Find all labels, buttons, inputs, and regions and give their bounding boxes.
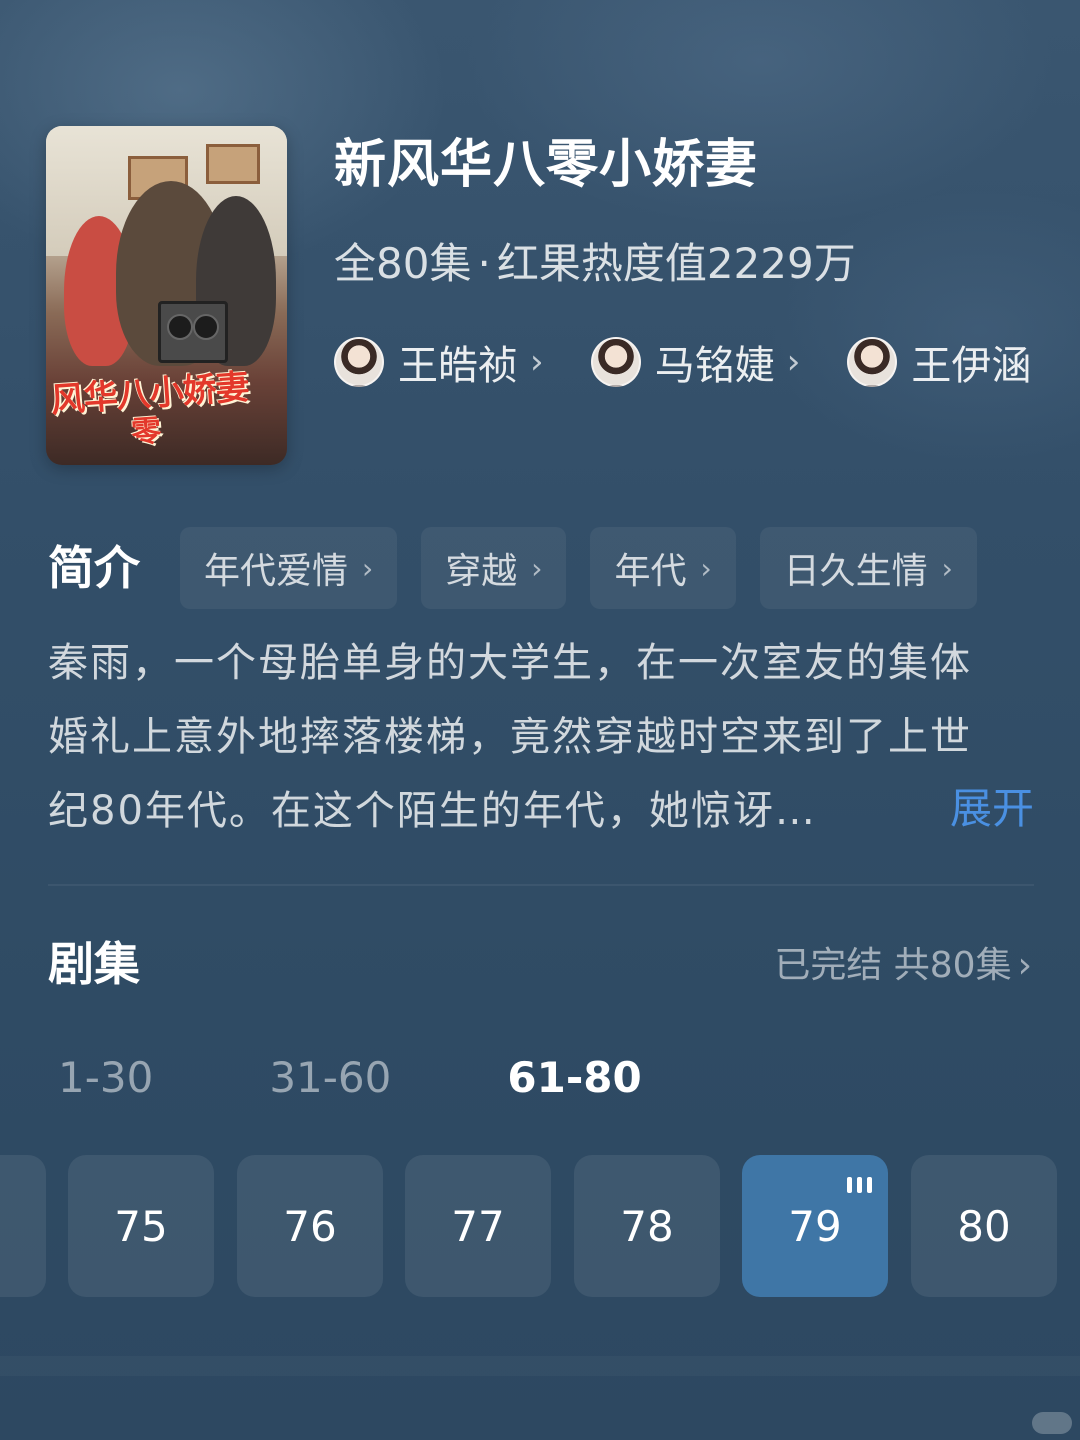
tag-label: 年代爱情 bbox=[204, 551, 349, 592]
poster-frame bbox=[206, 144, 260, 184]
cast-item[interactable]: 王伊涵 › bbox=[847, 330, 1034, 394]
cast-item[interactable]: 王皓祯 › bbox=[334, 330, 544, 394]
chevron-right-icon: › bbox=[1017, 945, 1032, 986]
episode-count: 全80集 bbox=[334, 239, 472, 288]
actor-avatar bbox=[590, 337, 641, 387]
genre-tag[interactable]: 穿越 › bbox=[421, 527, 567, 609]
episode-button[interactable]: 76 bbox=[237, 1155, 383, 1297]
synopsis-line: 婚礼上意外地摔落楼梯，竟然穿越时空来到了上世 bbox=[48, 714, 972, 760]
episode-button-current[interactable]: 79 bbox=[742, 1155, 888, 1297]
drama-detail-page: 风华八小娇妻 零 新风华八零小娇妻 全80集 · 红果热度值2229万 王皓祯 › … bbox=[0, 0, 1080, 1440]
tag-label: 穿越 bbox=[445, 551, 518, 592]
show-meta: 全80集 · 红果热度值2229万 bbox=[334, 232, 856, 296]
show-poster[interactable]: 风华八小娇妻 零 bbox=[46, 126, 287, 465]
genre-tag[interactable]: 年代爱情 › bbox=[180, 527, 398, 609]
synopsis-line: 纪80年代。在这个陌生的年代，她惊讶… bbox=[48, 788, 817, 834]
expand-button[interactable]: 展开 bbox=[950, 772, 1034, 846]
chevron-right-icon: › bbox=[531, 551, 543, 585]
range-tab[interactable]: 1-30 bbox=[58, 1046, 153, 1110]
genre-tag[interactable]: 年代 › bbox=[590, 527, 736, 609]
actor-name: 王伊涵 bbox=[911, 343, 1032, 389]
watermark-badge bbox=[1032, 1412, 1072, 1434]
intro-heading: 简介 bbox=[48, 541, 140, 595]
show-title: 新风华八零小娇妻 bbox=[334, 135, 759, 195]
tag-label: 日久生情 bbox=[783, 551, 928, 592]
genre-tags: 年代爱情 › 穿越 › 年代 › 日久生情 › bbox=[180, 527, 977, 609]
now-playing-icon bbox=[847, 1177, 872, 1193]
separator-dot: · bbox=[477, 239, 491, 288]
episode-button[interactable]: 80 bbox=[911, 1155, 1057, 1297]
actor-avatar bbox=[334, 337, 384, 387]
actor-name: 王皓祯 bbox=[398, 343, 518, 389]
episode-button-partial[interactable] bbox=[0, 1155, 46, 1297]
episodes-heading: 剧集 bbox=[48, 937, 140, 991]
cast-list: 王皓祯 › 马铭婕 › 王伊涵 › bbox=[334, 330, 1034, 394]
tag-label: 年代 bbox=[614, 551, 687, 592]
synopsis-line: 秦雨，一个母胎单身的大学生，在一次室友的集体 bbox=[48, 640, 972, 686]
episode-button[interactable]: 75 bbox=[68, 1155, 214, 1297]
poster-title-art: 风华八小娇妻 零 bbox=[49, 367, 250, 451]
heat-value: 红果热度值2229万 bbox=[496, 239, 856, 288]
actor-avatar bbox=[847, 337, 898, 387]
divider bbox=[48, 884, 1034, 886]
episode-number: 79 bbox=[788, 1201, 842, 1251]
actor-name: 马铭婕 bbox=[654, 343, 775, 389]
episodes-status-link[interactable]: 已完结 共80集 › bbox=[774, 940, 1032, 992]
range-tab-active[interactable]: 61-80 bbox=[507, 1046, 641, 1110]
chevron-right-icon: › bbox=[941, 551, 953, 585]
episode-list: 75 76 77 78 79 80 bbox=[0, 1155, 1080, 1297]
chevron-right-icon: › bbox=[530, 342, 544, 382]
episode-button[interactable]: 77 bbox=[405, 1155, 551, 1297]
range-tab[interactable]: 31-60 bbox=[269, 1046, 391, 1110]
synopsis-text: 秦雨，一个母胎单身的大学生，在一次室友的集体 婚礼上意外地摔落楼梯，竟然穿越时空… bbox=[48, 626, 1038, 848]
episodes-status-text: 已完结 共80集 bbox=[774, 945, 1012, 986]
chevron-right-icon: › bbox=[700, 551, 712, 585]
episode-button[interactable]: 78 bbox=[574, 1155, 720, 1297]
episode-range-tabs: 1-30 31-60 61-80 bbox=[58, 1046, 758, 1110]
poster-radio bbox=[158, 301, 228, 363]
chevron-right-icon: › bbox=[786, 342, 801, 382]
bottom-strip bbox=[0, 1356, 1080, 1376]
chevron-right-icon: › bbox=[362, 551, 374, 585]
genre-tag[interactable]: 日久生情 › bbox=[759, 527, 977, 609]
cast-item[interactable]: 马铭婕 › bbox=[590, 330, 801, 394]
